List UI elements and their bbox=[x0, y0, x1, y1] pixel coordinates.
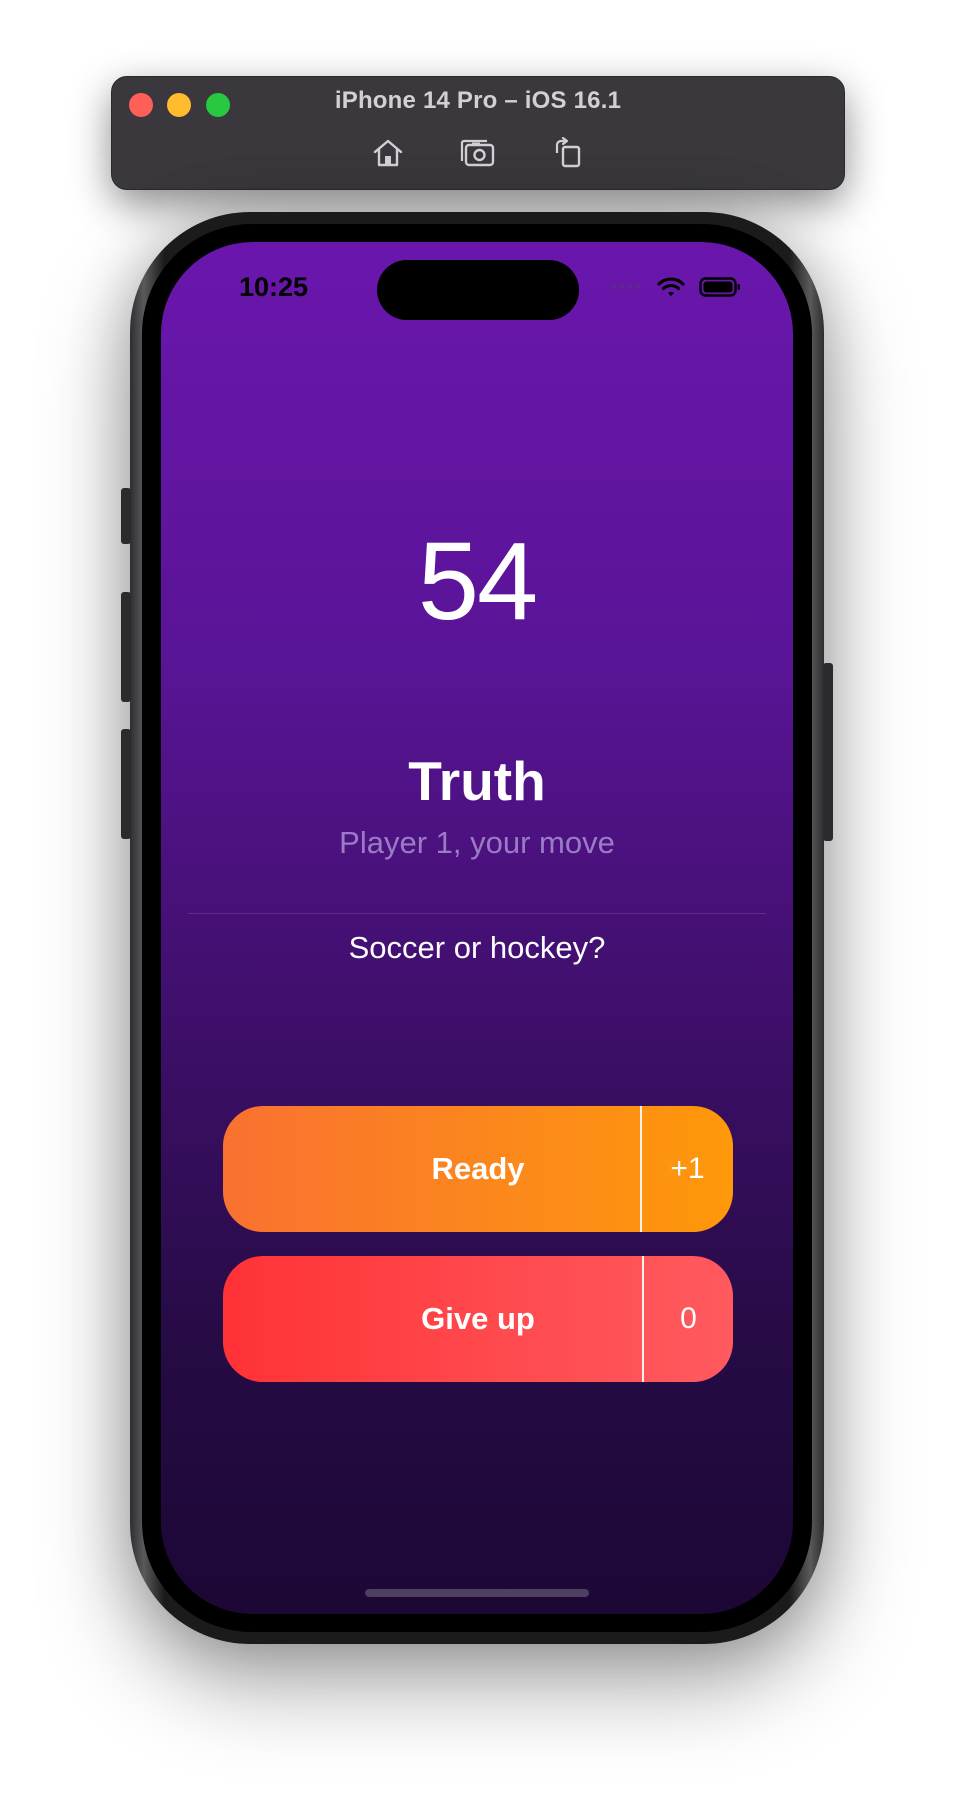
simulator-window-bar: iPhone 14 Pro – iOS 16.1 bbox=[111, 76, 845, 190]
screenshot-button[interactable] bbox=[455, 135, 501, 171]
action-side-button bbox=[121, 488, 131, 544]
home-indicator[interactable] bbox=[365, 1589, 589, 1597]
wifi-icon bbox=[657, 277, 685, 296]
cellular-icon bbox=[611, 284, 641, 290]
battery-icon bbox=[699, 277, 740, 297]
rotate-icon bbox=[555, 137, 581, 168]
give-up-score-badge: 0 bbox=[680, 1302, 697, 1335]
status-icons bbox=[611, 276, 741, 298]
volume-up-side-button bbox=[121, 592, 131, 702]
player-turn-label: Player 1, your move bbox=[339, 825, 615, 860]
screenshot-icon bbox=[460, 139, 495, 167]
countdown-timer: 54 bbox=[417, 520, 538, 643]
divider bbox=[188, 913, 766, 914]
question-text: Soccer or hockey? bbox=[348, 930, 606, 965]
rotate-button[interactable] bbox=[545, 135, 591, 171]
ready-score-badge: +1 bbox=[670, 1152, 705, 1185]
simulator-toolbar bbox=[112, 135, 844, 171]
status-time: 10:25 bbox=[239, 272, 309, 302]
power-side-button bbox=[823, 663, 833, 841]
ready-button[interactable]: Ready +1 bbox=[223, 1106, 733, 1232]
home-icon bbox=[373, 139, 403, 167]
home-button[interactable] bbox=[365, 135, 411, 171]
app-screen: 10:25 54 Truth Player 1, your move Socce… bbox=[161, 242, 793, 1614]
simulator-stage: iPhone 14 Pro – iOS 16.1 10:25 54 Truth … bbox=[0, 0, 954, 1796]
simulator-title: iPhone 14 Pro – iOS 16.1 bbox=[334, 87, 622, 114]
volume-down-side-button bbox=[121, 729, 131, 839]
give-up-button[interactable]: Give up 0 bbox=[223, 1256, 733, 1382]
dynamic-island bbox=[377, 260, 579, 320]
game-mode-title: Truth bbox=[408, 750, 546, 812]
